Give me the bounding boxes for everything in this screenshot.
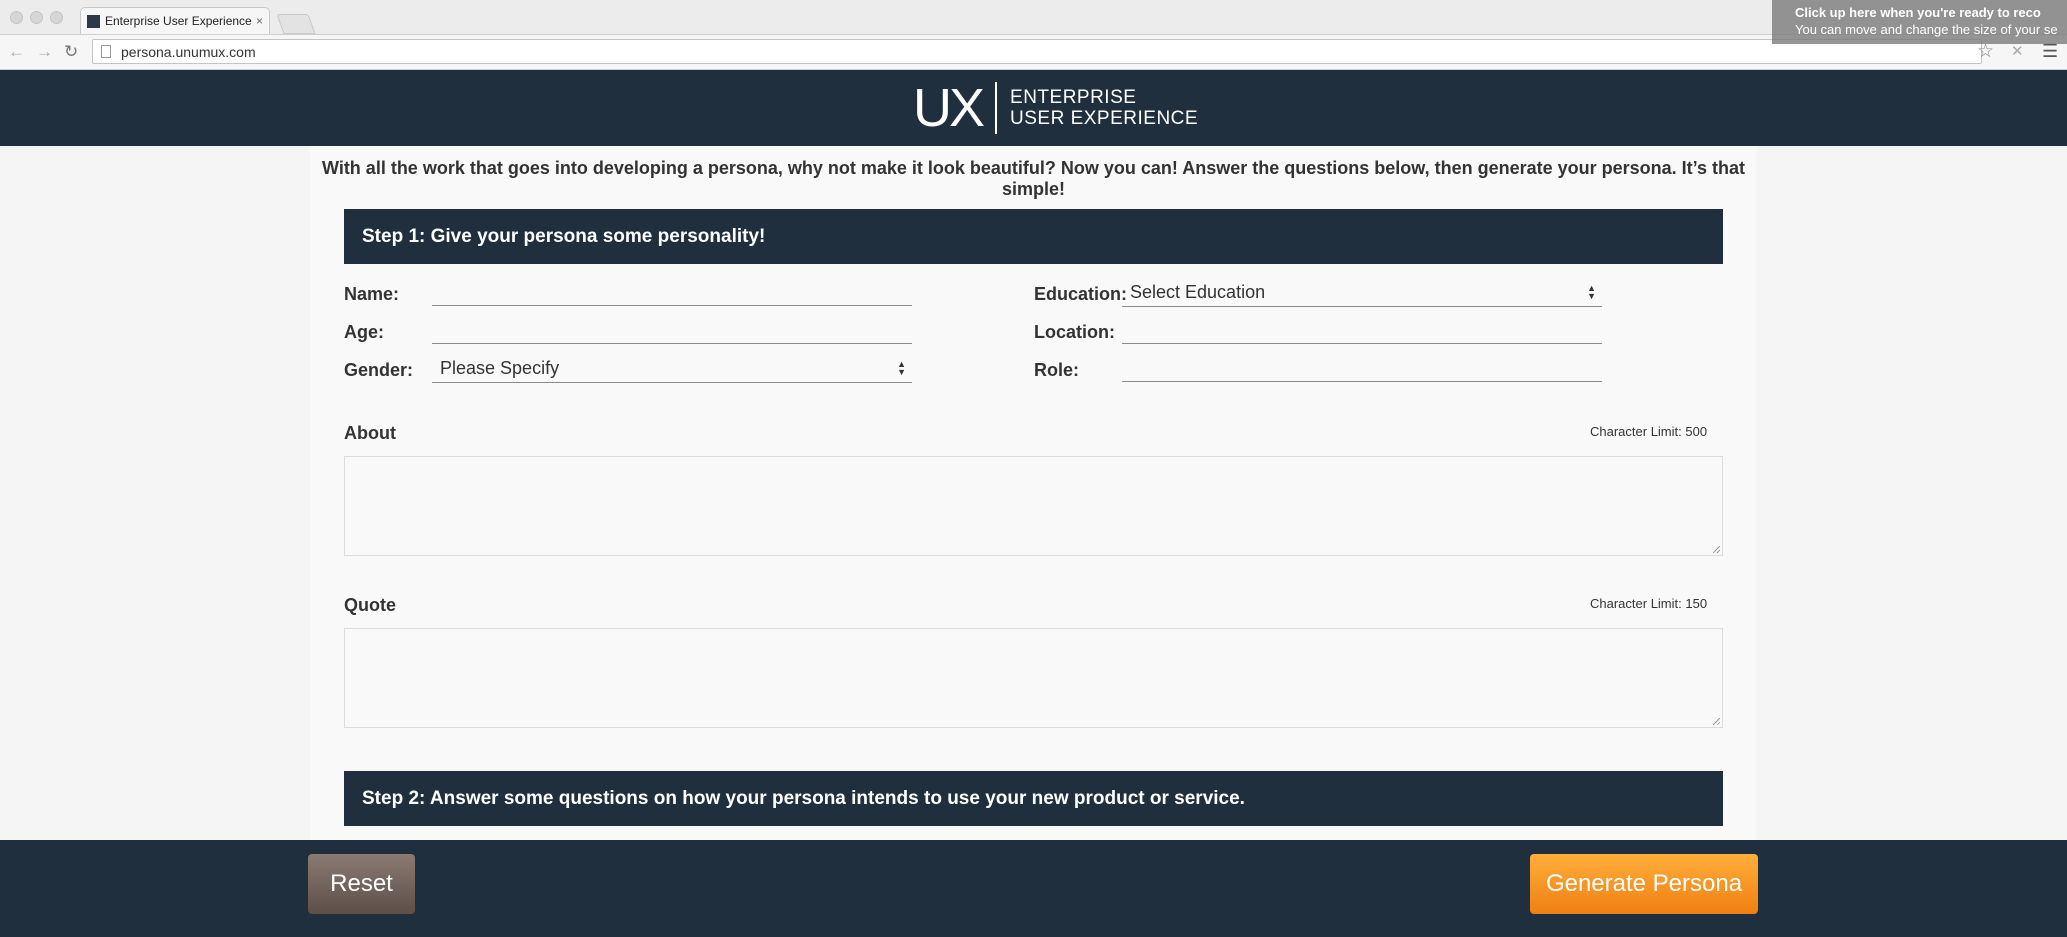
quote-textarea[interactable] — [344, 628, 1723, 728]
url-text: persona.unumux.com — [121, 43, 256, 60]
select-arrows-icon: ▲ ▼ — [1587, 283, 1596, 301]
location-label: Location: — [1034, 322, 1115, 342]
age-label: Age: — [344, 322, 384, 342]
gender-select[interactable]: Please Specify ▲ ▼ — [432, 355, 912, 383]
quote-char-limit: Character Limit: 150 — [1590, 596, 1708, 611]
overlay-title: Click up here when you're ready to reco — [1795, 5, 2041, 20]
reset-button[interactable]: Reset — [308, 854, 415, 914]
back-icon[interactable]: ← — [8, 42, 25, 62]
gender-value: Please Specify — [440, 358, 560, 378]
logo-line1: ENTERPRISE — [1010, 87, 1137, 108]
name-label: Name: — [344, 284, 400, 304]
logo-divider — [995, 82, 998, 134]
step1-header: Step 1: Give your persona some personali… — [344, 209, 1723, 264]
select-arrows-icon: ▲ ▼ — [897, 359, 906, 377]
role-input[interactable] — [1122, 356, 1602, 382]
education-label: Education: — [1034, 284, 1127, 304]
extension-close-icon[interactable]: ✕ — [2011, 42, 2024, 60]
education-value: Select Education — [1130, 282, 1266, 302]
quote-label: Quote — [344, 595, 396, 615]
education-select[interactable]: Select Education ▲ ▼ — [1122, 279, 1602, 307]
browser-tab[interactable]: Enterprise User Experience × — [80, 7, 270, 34]
gender-label: Gender: — [344, 360, 414, 380]
intro-text: With all the work that goes into develop… — [321, 158, 1746, 199]
window-minimize-dot[interactable] — [30, 11, 43, 24]
page-icon — [101, 45, 111, 58]
browser-tab-strip: Enterprise User Experience × — [0, 0, 2067, 35]
window-zoom-dot[interactable] — [50, 11, 63, 24]
tab-title: Enterprise User Experience — [105, 14, 252, 28]
tab-close-icon[interactable]: × — [256, 14, 263, 28]
browser-toolbar: ← → ↻ persona.unumux.com ☆ ✕ ☰ — [0, 35, 2067, 70]
logo-mark: UX — [913, 78, 985, 138]
recording-overlay[interactable]: Click up here when you're ready to reco … — [1772, 0, 2067, 44]
menu-icon[interactable]: ☰ — [2042, 41, 2058, 62]
generate-persona-button[interactable]: Generate Persona — [1530, 854, 1758, 914]
footer-bar: Reset Generate Persona — [0, 840, 2067, 937]
name-input[interactable] — [432, 280, 912, 306]
new-tab-button[interactable] — [276, 14, 316, 34]
about-textarea[interactable] — [344, 456, 1723, 556]
overlay-subtitle: You can move and change the size of your… — [1795, 22, 2058, 37]
step2-header: Step 2: Answer some questions on how you… — [344, 771, 1723, 826]
location-input[interactable] — [1122, 318, 1602, 344]
resize-grip-icon[interactable] — [1713, 546, 1720, 553]
logo[interactable]: UX ENTERPRISE USER EXPERIENCE — [913, 78, 1198, 138]
resize-grip-icon[interactable] — [1713, 718, 1720, 725]
age-input[interactable] — [432, 318, 912, 344]
window-close-dot[interactable] — [10, 11, 23, 24]
about-label: About — [344, 423, 396, 443]
address-bar[interactable]: persona.unumux.com — [92, 39, 1982, 64]
main-content: With all the work that goes into develop… — [310, 146, 1757, 840]
role-label: Role: — [1034, 360, 1079, 380]
favicon-icon — [87, 14, 100, 28]
reload-icon[interactable]: ↻ — [64, 42, 78, 62]
logo-line2: USER EXPERIENCE — [1010, 108, 1199, 129]
logo-text: ENTERPRISE USER EXPERIENCE — [1010, 87, 1198, 129]
about-char-limit: Character Limit: 500 — [1590, 424, 1708, 439]
forward-icon[interactable]: → — [36, 42, 53, 62]
site-header: UX ENTERPRISE USER EXPERIENCE — [0, 70, 2067, 146]
